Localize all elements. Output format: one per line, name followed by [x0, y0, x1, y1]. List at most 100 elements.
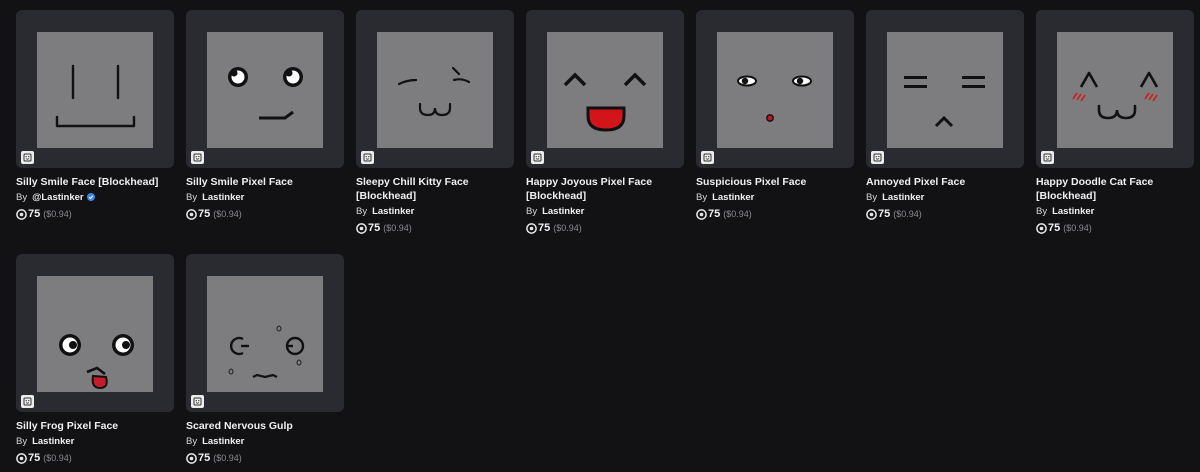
item-thumbnail[interactable] — [696, 10, 854, 168]
catalog-item-card[interactable]: Annoyed Pixel Face [Blockhead] By Lastink… — [866, 10, 1024, 221]
catalog-item-card[interactable]: Scared Nervous Gulp [Blockhead] By Lastin… — [186, 254, 344, 465]
robux-icon — [356, 223, 367, 234]
catalog-item-card[interactable]: Silly Frog Pixel Face [Blockhead] By Last… — [16, 254, 174, 465]
item-price: 75 ($0.94) — [16, 208, 174, 221]
by-label: By — [16, 436, 28, 447]
silly-smile-face-icon — [37, 32, 153, 148]
item-thumbnail[interactable] — [186, 10, 344, 168]
robux-icon — [16, 209, 27, 220]
item-creator: By Lastinker — [696, 192, 854, 204]
suspicious-face-icon — [717, 32, 833, 148]
item-creator: By Lastinker — [16, 436, 174, 448]
price-usd: ($0.94) — [1063, 223, 1092, 233]
item-price: 75 ($0.94) — [16, 452, 174, 465]
price-usd: ($0.94) — [893, 209, 922, 219]
by-label: By — [16, 192, 28, 203]
avatar-face-icon — [871, 151, 884, 164]
creator-link[interactable]: Lastinker — [202, 436, 244, 447]
robux-icon — [186, 453, 197, 464]
item-thumbnail[interactable] — [16, 254, 174, 412]
item-price: 75 ($0.94) — [186, 452, 344, 465]
by-label: By — [356, 206, 368, 217]
silly-smile-pixel-face-icon — [207, 32, 323, 148]
avatar-face-icon — [21, 151, 34, 164]
price-amount: 75 — [878, 208, 891, 220]
item-price: 75 ($0.94) — [186, 208, 344, 221]
item-name[interactable]: Happy Joyous Pixel Face [Blockhead] — [526, 175, 684, 203]
price-usd: ($0.94) — [553, 223, 582, 233]
robux-icon — [16, 453, 27, 464]
item-creator: By Lastinker — [186, 436, 344, 448]
creator-link[interactable]: Lastinker — [1052, 206, 1094, 217]
item-name[interactable]: Silly Smile Pixel Face [Blockhead] — [186, 175, 344, 189]
catalog-grid: Silly Smile Face [Blockhead] By @Lastinke… — [0, 0, 1200, 472]
catalog-item-card[interactable]: Silly Smile Face [Blockhead] By @Lastinke… — [16, 10, 174, 221]
item-creator: By @Lastinker — [16, 192, 174, 204]
avatar-face-icon — [701, 151, 714, 164]
by-label: By — [866, 192, 878, 203]
by-label: By — [186, 436, 198, 447]
robux-icon — [866, 209, 877, 220]
scared-nervous-face-icon — [207, 276, 323, 392]
creator-link[interactable]: Lastinker — [542, 206, 584, 217]
avatar-face-icon — [361, 151, 374, 164]
item-name[interactable]: Silly Smile Face [Blockhead] — [16, 175, 174, 189]
catalog-item-card[interactable]: Silly Smile Pixel Face [Blockhead] By Las… — [186, 10, 344, 221]
item-thumbnail[interactable] — [1036, 10, 1194, 168]
item-price: 75 ($0.94) — [356, 222, 514, 235]
verified-check-icon — [86, 193, 95, 201]
price-usd: ($0.94) — [723, 209, 752, 219]
item-thumbnail[interactable] — [356, 10, 514, 168]
creator-link[interactable]: @Lastinker — [32, 192, 84, 203]
item-creator: By Lastinker — [866, 192, 1024, 204]
creator-link[interactable]: Lastinker — [712, 192, 754, 203]
catalog-item-card[interactable]: Sleepy Chill Kitty Face [Blockhead] By La… — [356, 10, 514, 235]
price-usd: ($0.94) — [43, 453, 72, 463]
happy-doodle-cat-face-icon — [1057, 32, 1173, 148]
creator-link[interactable]: Lastinker — [202, 192, 244, 203]
happy-joyous-face-icon — [547, 32, 663, 148]
creator-link[interactable]: Lastinker — [32, 436, 74, 447]
item-name[interactable]: Suspicious Pixel Face [Blockhead] — [696, 175, 854, 189]
by-label: By — [186, 192, 198, 203]
item-thumbnail[interactable] — [16, 10, 174, 168]
price-amount: 75 — [708, 208, 721, 220]
sleepy-kitty-face-icon — [377, 32, 493, 148]
price-amount: 75 — [368, 222, 381, 234]
catalog-item-card[interactable]: Happy Doodle Cat Face [Blockhead] By Last… — [1036, 10, 1194, 235]
avatar-face-icon — [1041, 151, 1054, 164]
robux-icon — [186, 209, 197, 220]
price-usd: ($0.94) — [213, 453, 242, 463]
price-amount: 75 — [28, 208, 41, 220]
robux-icon — [696, 209, 707, 220]
item-price: 75 ($0.94) — [696, 208, 854, 221]
item-creator: By Lastinker — [186, 192, 344, 204]
item-creator: By Lastinker — [526, 206, 684, 218]
by-label: By — [696, 192, 708, 203]
item-price: 75 ($0.94) — [1036, 222, 1194, 235]
item-creator: By Lastinker — [356, 206, 514, 218]
creator-link[interactable]: Lastinker — [372, 206, 414, 217]
catalog-item-card[interactable]: Happy Joyous Pixel Face [Blockhead] By La… — [526, 10, 684, 235]
by-label: By — [526, 206, 538, 217]
item-thumbnail[interactable] — [186, 254, 344, 412]
item-name[interactable]: Annoyed Pixel Face [Blockhead] — [866, 175, 1024, 189]
creator-link[interactable]: Lastinker — [882, 192, 924, 203]
price-amount: 75 — [28, 452, 41, 464]
robux-icon — [526, 223, 537, 234]
item-name[interactable]: Scared Nervous Gulp [Blockhead] — [186, 419, 344, 433]
item-creator: By Lastinker — [1036, 206, 1194, 218]
item-name[interactable]: Silly Frog Pixel Face [Blockhead] — [16, 419, 174, 433]
silly-frog-face-icon — [37, 276, 153, 392]
catalog-item-card[interactable]: Suspicious Pixel Face [Blockhead] By Last… — [696, 10, 854, 221]
avatar-face-icon — [21, 395, 34, 408]
avatar-face-icon — [191, 151, 204, 164]
by-label: By — [1036, 206, 1048, 217]
item-thumbnail[interactable] — [526, 10, 684, 168]
avatar-face-icon — [191, 395, 204, 408]
avatar-face-icon — [531, 151, 544, 164]
price-amount: 75 — [538, 222, 551, 234]
item-name[interactable]: Happy Doodle Cat Face [Blockhead] — [1036, 175, 1194, 203]
item-name[interactable]: Sleepy Chill Kitty Face [Blockhead] — [356, 175, 514, 203]
item-thumbnail[interactable] — [866, 10, 1024, 168]
